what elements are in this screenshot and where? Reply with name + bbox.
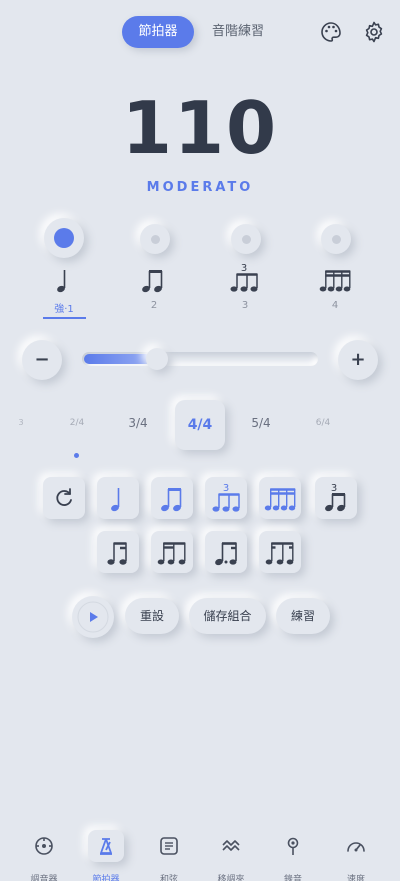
rhythm-eighth-sixteenths[interactable] (97, 531, 139, 573)
nav-speed[interactable]: 速度 (326, 826, 386, 881)
time-signature-option[interactable]: 2/4 (62, 418, 92, 428)
time-signature-selected[interactable]: 4/4 (175, 400, 225, 450)
dotted-eighth-icon (215, 542, 237, 566)
palette-icon[interactable] (319, 20, 343, 44)
rhythm-dotted-eighth[interactable] (205, 531, 247, 573)
practice-button[interactable]: 練習 (276, 598, 330, 634)
rhythm-duplet-triplet[interactable]: 3 (315, 477, 357, 519)
beat-indicator-1[interactable] (44, 218, 84, 258)
nav-label: 調音器 (30, 875, 58, 881)
rhythm-eighths[interactable] (151, 477, 193, 519)
beat-label-2: 2 (150, 300, 158, 311)
beat-label-3: 3 (241, 300, 249, 311)
triplet-icon: 3 (212, 483, 240, 512)
nav-chords[interactable]: 和弦 (139, 826, 199, 881)
rhythm-sixteenth-eighth-sixteenth[interactable] (259, 531, 301, 573)
nav-capo[interactable]: 移調夾 (201, 826, 261, 881)
sixteenth-notes-icon[interactable] (313, 268, 357, 294)
refresh-icon (56, 488, 72, 506)
quarter-note-icon[interactable] (42, 268, 86, 294)
active-beat-underline (43, 317, 86, 319)
tempo-slider-handle[interactable] (146, 348, 168, 370)
gear-icon[interactable] (362, 20, 386, 44)
play-button[interactable] (72, 596, 114, 638)
triplet-number: 3 (223, 483, 229, 494)
rhythm-quarter[interactable] (97, 477, 139, 519)
beat-indicator-2[interactable] (140, 224, 170, 254)
nav-label: 錄音 (283, 875, 302, 881)
eighth-two-sixteenths-icon (107, 542, 127, 565)
eighth-notes-icon (161, 488, 182, 512)
nav-label: 速度 (346, 875, 365, 881)
beat-label-4: 4 (331, 300, 339, 311)
bottom-nav: 調音器 節拍器 和弦 移調夾 錄音 速度 (0, 826, 400, 881)
nav-label: 節拍器 (92, 875, 120, 881)
eighth-notes-icon[interactable] (132, 268, 176, 294)
time-signature-option[interactable]: 6/4 (308, 418, 338, 428)
speed-icon (347, 842, 365, 852)
tempo-value: 110 (121, 86, 279, 170)
nav-record[interactable]: 錄音 (263, 826, 323, 881)
tab-metronome[interactable]: 節拍器 (122, 16, 194, 48)
save-preset-button[interactable]: 儲存組合 (189, 598, 266, 634)
quarter-note-icon (111, 488, 120, 512)
decrease-tempo-button[interactable]: − (22, 340, 62, 380)
rhythm-sixteenths-eighth[interactable] (151, 531, 193, 573)
time-signature-page-dot (74, 453, 79, 458)
triplet-number: 3 (241, 263, 247, 274)
nav-tuner[interactable]: 調音器 (14, 826, 74, 881)
time-signature-option[interactable]: 5/4 (245, 416, 277, 430)
reset-button[interactable]: 重設 (125, 598, 179, 634)
nav-label: 移調夾 (217, 875, 245, 881)
top-bar: 節拍器 音階練習 (0, 16, 400, 50)
metronome-icon (100, 838, 112, 855)
time-signature-option[interactable]: 3 (14, 418, 28, 427)
tab-scale-practice[interactable]: 音階練習 (202, 16, 274, 48)
beat-indicator-4[interactable] (321, 224, 351, 254)
increase-tempo-button[interactable]: + (338, 340, 378, 380)
beat-indicator-3[interactable] (231, 224, 261, 254)
reset-pattern-button[interactable] (43, 477, 85, 519)
triplet-number: 3 (331, 483, 337, 494)
chord-icon (160, 837, 178, 855)
syncopated-sixteenths-icon (265, 542, 294, 565)
rhythm-triplet[interactable]: 3 (205, 477, 247, 519)
tempo-marking: MODERATO (146, 180, 254, 195)
rhythm-sixteenths[interactable] (259, 477, 301, 519)
tuner-icon (35, 837, 53, 855)
nav-label: 和弦 (159, 875, 178, 881)
sixteenth-notes-icon (264, 488, 296, 511)
triplet-icon[interactable]: 3 (223, 262, 267, 294)
play-icon (77, 601, 109, 633)
time-signature-option[interactable]: 3/4 (122, 416, 154, 430)
triplet-eighths-icon: 3 (325, 483, 346, 512)
nav-metronome[interactable]: 節拍器 (76, 826, 136, 881)
capo-icon (222, 840, 240, 851)
sixteenths-eighth-icon (157, 542, 186, 565)
beat-label-1: 強·1 (54, 304, 74, 315)
mic-icon (287, 837, 299, 855)
